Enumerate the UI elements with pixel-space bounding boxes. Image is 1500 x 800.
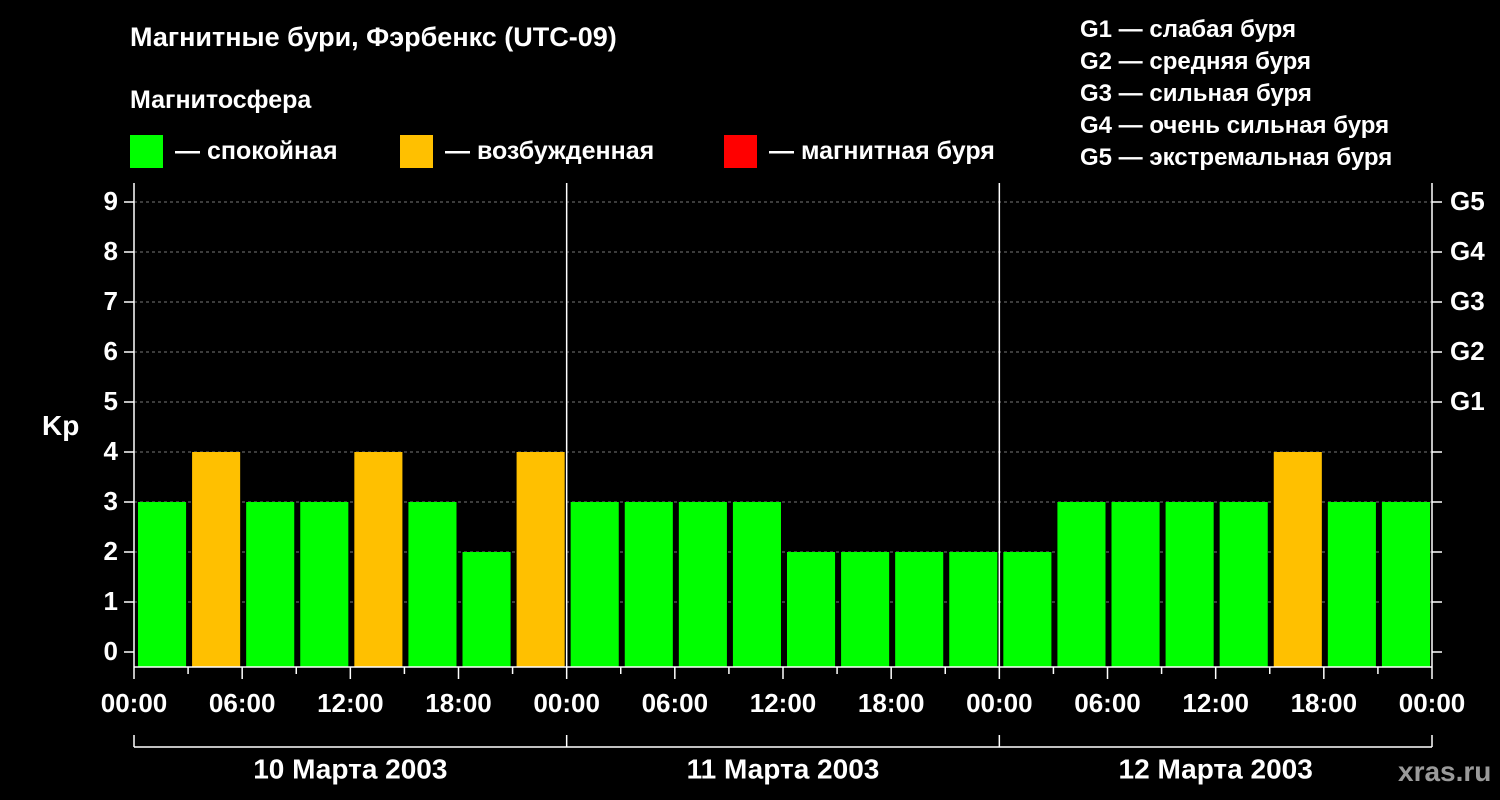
kp-bar (841, 552, 890, 667)
kp-bar (1219, 502, 1268, 667)
y-tick-label: 2 (104, 536, 118, 566)
y-tick-label: 7 (104, 286, 118, 316)
kp-bar (949, 552, 998, 667)
g-scale-label: G1 (1450, 386, 1485, 416)
kp-bar (895, 552, 944, 667)
g-scale-label: G2 (1450, 336, 1485, 366)
x-tick-label: 06:00 (642, 688, 709, 718)
y-tick-label: 4 (104, 436, 119, 466)
kp-bar (624, 502, 673, 667)
kp-bar (787, 552, 836, 667)
kp-bar (1165, 502, 1214, 667)
y-tick-label: 3 (104, 486, 118, 516)
kp-bar (354, 452, 403, 667)
y-tick-label: 8 (104, 236, 118, 266)
kp-bar (1327, 502, 1376, 667)
y-tick-label: 0 (104, 636, 118, 666)
kp-chart: 0 1 2 3 4 5 6 7 8 9 G1 G2 G3 G4 G5 00:00 06:00 12:00 18:00… (101, 183, 1485, 784)
x-tick-label: 06:00 (1074, 688, 1141, 718)
kp-bar (462, 552, 511, 667)
x-tick-label: 12:00 (317, 688, 384, 718)
y-tick-label: 6 (104, 336, 118, 366)
kp-bar (732, 502, 781, 667)
kp-bar (192, 452, 241, 667)
g-scale-label: G4 (1450, 236, 1485, 266)
kp-bar (570, 502, 619, 667)
g-scale-label: G3 (1450, 286, 1485, 316)
kp-bar (408, 502, 457, 667)
x-tick-label: 18:00 (425, 688, 492, 718)
kp-bar (1381, 502, 1430, 667)
day-label: 12 Марта 2003 (1119, 753, 1313, 784)
y-tick-label: 9 (104, 186, 118, 216)
x-tick-label: 12:00 (1182, 688, 1249, 718)
x-tick-label: 12:00 (750, 688, 817, 718)
kp-bar (138, 502, 187, 667)
kp-bar (1057, 502, 1106, 667)
x-tick-label: 00:00 (966, 688, 1033, 718)
x-tick-label: 00:00 (101, 688, 168, 718)
kp-bar (516, 452, 565, 667)
y-tick-label: 5 (104, 386, 118, 416)
kp-bar (300, 502, 349, 667)
day-label: 10 Марта 2003 (253, 753, 447, 784)
kp-bar (246, 502, 295, 667)
x-tick-label: 00:00 (1399, 688, 1466, 718)
kp-bar (678, 502, 727, 667)
x-tick-label: 18:00 (858, 688, 925, 718)
x-tick-label: 06:00 (209, 688, 276, 718)
x-tick-label: 18:00 (1291, 688, 1358, 718)
kp-bar (1003, 552, 1052, 667)
kp-bar (1111, 502, 1160, 667)
kp-bar (1273, 452, 1322, 667)
g-scale-label: G5 (1450, 186, 1485, 216)
x-tick-label: 00:00 (533, 688, 600, 718)
y-tick-label: 1 (104, 586, 118, 616)
day-label: 11 Марта 2003 (687, 753, 880, 784)
